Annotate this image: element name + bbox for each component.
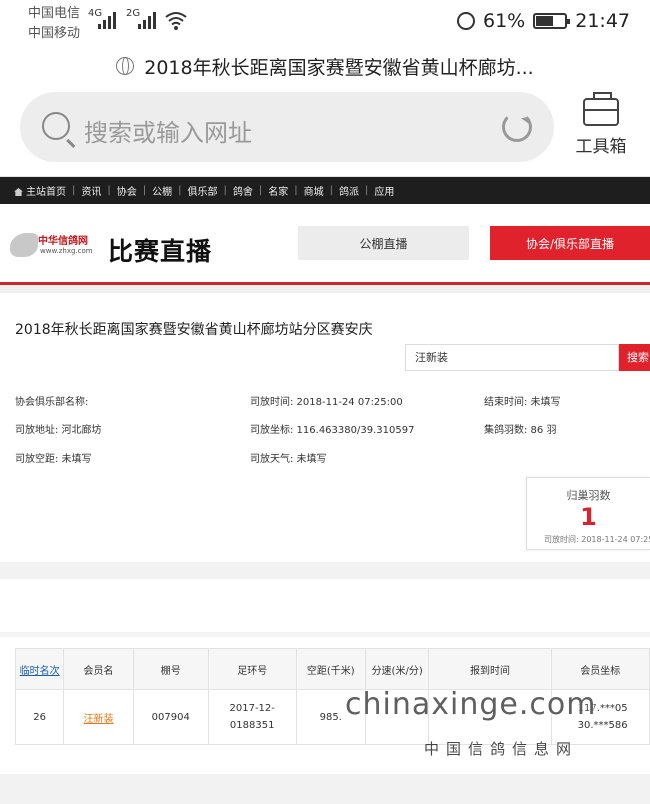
spacer-band	[0, 562, 650, 579]
end-time-field: 结束时间: 未填写	[484, 397, 561, 408]
home-icon	[14, 188, 23, 196]
nav-item-apps[interactable]: 应用	[368, 183, 400, 198]
returned-count-time: 司放时间: 2018-11-24 07:25	[544, 535, 650, 544]
nav-item-association[interactable]: 协会	[111, 183, 143, 198]
nav-item-pigeon-house[interactable]: 鸽舍	[227, 183, 259, 198]
col-header-rank[interactable]: 临时名次	[14, 648, 65, 690]
toolbox-label: 工具箱	[575, 137, 627, 157]
status-bar: 中国电信 中国移动 4G 2G 61% 21:47	[0, 0, 650, 48]
pigeon-logo-icon	[10, 233, 38, 257]
cell-loft: 007904	[132, 689, 209, 745]
logo-url: www.zhxg.com	[40, 247, 93, 255]
browser-page-title[interactable]: 2018年秋长距离国家赛暨安徽省黄山杯廊坊...	[0, 48, 650, 84]
battery-icon	[533, 13, 571, 29]
col-header-coords: 会员坐标	[550, 648, 650, 690]
carrier-1: 中国电信	[28, 6, 81, 21]
col-header-speed: 分速(米/分)	[364, 648, 430, 690]
section-heading: 比赛直播	[108, 237, 213, 266]
tab-club-live[interactable]: 协会/俱乐部直播	[490, 226, 650, 260]
pigeon-count-field: 集鸽羽数: 86 羽	[484, 425, 557, 436]
carrier-labels: 中国电信 中国移动	[28, 4, 80, 44]
globe-icon	[116, 57, 135, 75]
search-icon	[42, 112, 70, 140]
alarm-icon	[457, 12, 475, 30]
brand-bar: 中华信鸽网 www.zhxg.com 比赛直播 公棚直播 协会/俱乐部直播	[0, 204, 650, 284]
release-coords-field: 司放坐标: 116.463380/39.310597	[250, 425, 415, 436]
nav-item-news[interactable]: 资讯	[75, 183, 107, 198]
cell-member: 汪新装	[63, 689, 134, 745]
release-place-field: 司放地址: 河北廊坊	[15, 425, 102, 436]
search-button[interactable]: 搜索	[619, 344, 650, 371]
release-time-field: 司放时间: 2018-11-24 07:25:00	[250, 397, 403, 408]
tab-loft-live[interactable]: 公棚直播	[298, 226, 469, 260]
col-header-distance: 空距(千米)	[295, 648, 366, 690]
returned-count-value: 1	[580, 503, 597, 531]
returned-count-label: 归巢羽数	[566, 489, 611, 502]
col-header-ring: 足环号	[207, 648, 297, 690]
signal-icon-1	[98, 11, 116, 29]
nav-item-pigeon-school[interactable]: 鸽派	[333, 183, 365, 198]
spacer-band	[0, 285, 650, 293]
watermark-domain: chinaxinge.com	[345, 687, 597, 722]
battery-percent: 61%	[483, 10, 526, 32]
club-name-field: 协会俱乐部名称:	[15, 397, 89, 408]
url-placeholder: 搜索或输入网址	[84, 119, 252, 147]
ring-line-1: 2017-12-	[229, 703, 275, 714]
cell-ring: 2017-12- 0188351	[207, 689, 297, 745]
col-header-arrival: 报到时间	[428, 648, 552, 690]
spacer-band	[0, 632, 650, 637]
spacer-band	[0, 774, 650, 804]
url-search-input[interactable]: 搜索或输入网址	[20, 92, 554, 162]
returned-count-card: 归巢羽数 1 司放时间: 2018-11-24 07:25	[526, 477, 650, 550]
nav-item-loft[interactable]: 公棚	[146, 183, 178, 198]
nav-item-famous[interactable]: 名家	[262, 183, 294, 198]
address-bar: 搜索或输入网址 工具箱	[0, 84, 650, 176]
col-header-loft: 棚号	[132, 648, 209, 690]
race-title: 2018年秋长距离国家赛暨安徽省黄山杯廊坊站分区赛安庆	[15, 322, 373, 338]
member-search-input[interactable]: 汪新装	[405, 344, 619, 371]
watermark-name: 中国信鸽信息网	[424, 740, 579, 758]
refresh-icon[interactable]	[502, 112, 532, 142]
ring-line-2: 0188351	[229, 720, 275, 731]
logo-text: 中华信鸽网	[38, 236, 88, 247]
nav-item-mall[interactable]: 商城	[298, 183, 330, 198]
nav-item-home[interactable]: 主站首页	[8, 183, 72, 198]
nav-item-club[interactable]: 俱乐部	[182, 183, 224, 198]
status-right: 61% 21:47	[457, 10, 630, 32]
table-header-row: 临时名次 会员名 棚号 足环号 空距(千米) 分速(米/分) 报到时间 会员坐标	[14, 648, 650, 690]
toolbox-button[interactable]: 工具箱	[568, 92, 634, 164]
wifi-icon	[165, 12, 187, 30]
release-weather-field: 司放天气: 未填写	[250, 454, 327, 465]
cell-rank: 26	[14, 689, 65, 745]
carrier-2: 中国移动	[28, 26, 81, 41]
page-title-text: 2018年秋长距离国家赛暨安徽省黄山杯廊坊...	[144, 56, 534, 79]
toolbox-icon	[583, 92, 619, 126]
signal-icon-2	[138, 11, 156, 29]
site-top-nav: 主站首页 | 资讯 | 协会 | 公棚 | 俱乐部 | 鸽舍 | 名家 | 商城 | 鸽派 | 应…	[0, 177, 650, 204]
release-distance-field: 司放空距: 未填写	[15, 454, 92, 465]
col-header-member: 会员名	[63, 648, 134, 690]
clock: 21:47	[575, 10, 630, 32]
member-link[interactable]: 汪新装	[83, 714, 113, 725]
site-logo[interactable]: 中华信鸽网 www.zhxg.com	[10, 230, 100, 262]
